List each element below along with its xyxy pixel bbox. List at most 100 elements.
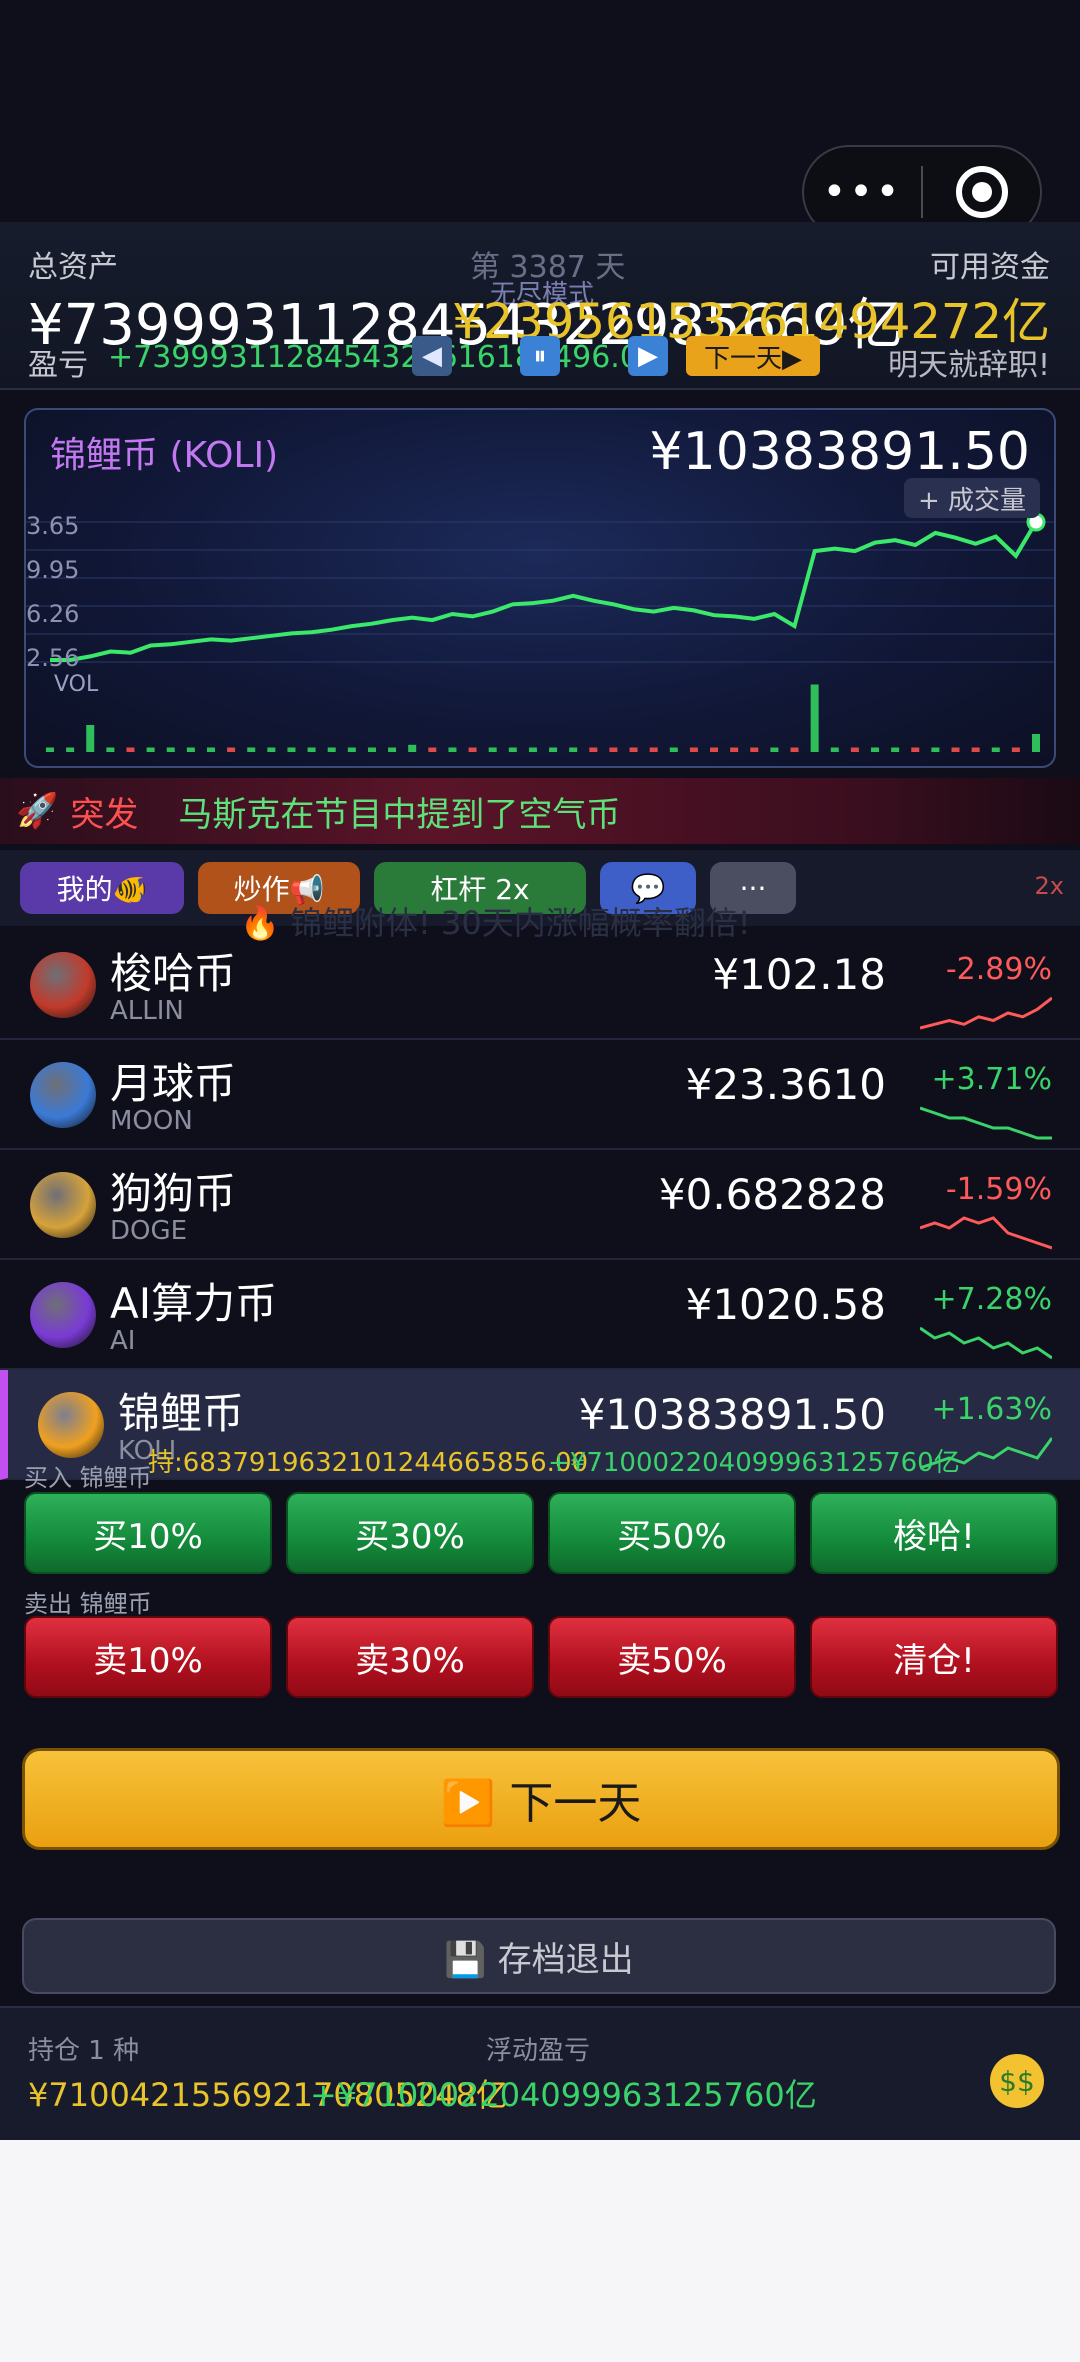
cash-label: 可用资金 xyxy=(930,250,1050,285)
buy-50-button[interactable]: 买50% xyxy=(548,1492,796,1574)
sparkline-path xyxy=(920,1216,1052,1250)
coin-row-doge[interactable]: 狗狗币 DOGE ¥0.682828 -1.59% xyxy=(0,1150,1080,1260)
coin-symbol: MOON xyxy=(110,1106,193,1136)
sparkline xyxy=(920,1326,1052,1360)
buy-30-button[interactable]: 买30% xyxy=(286,1492,534,1574)
save-and-exit-button[interactable]: 💾 存档退出 xyxy=(22,1918,1056,1994)
volume-bar xyxy=(931,747,940,752)
volume-bar xyxy=(850,747,859,752)
coin-row-allin[interactable]: 梭哈币 ALLIN ¥102.18 -2.89% xyxy=(0,930,1080,1040)
volume-bar xyxy=(468,747,477,752)
holding-pnl: +¥71000220409996312576​0亿 xyxy=(548,1448,960,1478)
coin-symbol: DOGE xyxy=(110,1216,188,1246)
sparkline-path xyxy=(920,1326,1052,1360)
volume-bar xyxy=(166,747,175,752)
breaking-news-bar: 🚀 突发 马斯克在节目中提到了空气币 xyxy=(0,778,1080,844)
volume-bar xyxy=(871,747,880,752)
next-day-small-button[interactable]: 下一天▶ xyxy=(686,336,820,376)
rewind-button[interactable]: ◀ xyxy=(412,336,452,376)
coin-price: ¥102.18 xyxy=(712,950,886,999)
money-face-icon[interactable]: $$ xyxy=(990,2054,1044,2108)
price-chart-card: 锦鲤币 (KOLI) ¥10383891.50 + 成交量 3.65 9.95 … xyxy=(24,408,1056,768)
volume-bar xyxy=(790,747,799,752)
sell-50-button[interactable]: 卖50% xyxy=(548,1616,796,1698)
volume-bar xyxy=(408,744,417,752)
volume-bar xyxy=(1011,747,1020,752)
holdings-footer: 持仓 1 种 浮动盈亏 ¥71004215569217080​5248亿 +¥7… xyxy=(0,2006,1080,2140)
volume-toggle-button[interactable]: + 成交量 xyxy=(903,478,1040,518)
volume-bar xyxy=(186,747,195,752)
volume-bar xyxy=(770,747,779,752)
volume-bar xyxy=(911,747,920,752)
volume-bar xyxy=(86,725,95,752)
volume-label: VOL xyxy=(54,672,99,697)
target-icon xyxy=(955,166,1008,218)
volume-bar xyxy=(1032,734,1040,752)
volume-bar xyxy=(488,747,497,752)
holding-count: 持仓 1 种 xyxy=(28,2036,140,2066)
coin-name: 月球币 xyxy=(110,1059,237,1108)
coin-price: ¥0.682828 xyxy=(658,1170,886,1219)
coin-icon xyxy=(30,1172,96,1238)
floating-pnl-label: 浮动盈亏 xyxy=(486,2036,591,2066)
coin-row-koli[interactable]: 锦鲤币 KOLI ¥10383891.50 +1.63% 持:6837919632101… xyxy=(0,1370,1080,1480)
coin-change: +7.28% xyxy=(931,1282,1052,1317)
coin-change: +3.71% xyxy=(931,1062,1052,1097)
volume-bar xyxy=(669,747,678,752)
coin-price: ¥10383891.50 xyxy=(578,1390,886,1439)
volume-bar xyxy=(66,747,75,752)
volume-bar xyxy=(146,747,155,752)
y-tick-label: 2.56 xyxy=(26,644,80,672)
volume-bar xyxy=(549,747,558,752)
coin-change: -2.89% xyxy=(945,952,1052,987)
app-screen: ••• 总资产 第 3387 天 可用资金 无尽模式 ¥739993112845… xyxy=(0,0,1080,2140)
coin-row-moon[interactable]: 月球币 MOON ¥23.3610 +3.71% xyxy=(0,1040,1080,1150)
close-miniprogram-button[interactable] xyxy=(923,166,1040,218)
tab-mine[interactable]: 我的🐠 xyxy=(20,862,184,914)
y-tick-label: 3.65 xyxy=(26,512,80,540)
buy-section-label: 买入 锦鲤币 xyxy=(24,1464,152,1492)
sparkline xyxy=(920,1216,1052,1250)
volume-bar xyxy=(307,747,316,752)
volume-bar xyxy=(649,747,658,752)
volume-bar xyxy=(206,747,215,752)
price-line xyxy=(50,520,1038,662)
play-button[interactable]: ▶ xyxy=(628,336,668,376)
volume-bar xyxy=(810,684,819,752)
stats-header: 总资产 第 3387 天 可用资金 无尽模式 ¥7399931128454322… xyxy=(0,222,1080,390)
volume-bar xyxy=(347,747,356,752)
coin-icon xyxy=(30,952,96,1018)
news-tag: 突发 xyxy=(70,794,139,835)
volume-bar xyxy=(227,747,236,752)
volume-bar xyxy=(448,747,457,752)
buy-10-button[interactable]: 买10% xyxy=(24,1492,272,1574)
next-day-button[interactable]: ▶️ 下一天 xyxy=(22,1748,1060,1850)
sparkline-path xyxy=(920,996,1052,1030)
volume-bar xyxy=(891,747,900,752)
y-tick-label: 6.26 xyxy=(26,600,80,628)
leverage-indicator: 2x xyxy=(1034,872,1064,900)
volume-bar xyxy=(267,747,276,752)
coin-icon xyxy=(30,1062,96,1128)
volume-bar xyxy=(991,747,1000,752)
coin-name: 锦鲤币 xyxy=(118,1389,245,1438)
volume-bar xyxy=(609,747,618,752)
coin-row-ai[interactable]: AI算力币 AI ¥1020.58 +7.28% xyxy=(0,1260,1080,1370)
pause-button[interactable]: ⏸ xyxy=(520,336,560,376)
volume-bar xyxy=(367,747,376,752)
sell-10-button[interactable]: 卖10% xyxy=(24,1616,272,1698)
volume-bar xyxy=(710,747,719,752)
buy-all-in-button[interactable]: 梭哈! xyxy=(810,1492,1058,1574)
coin-name: AI算力币 xyxy=(110,1279,278,1328)
volume-bar xyxy=(327,747,336,752)
volume-bar xyxy=(388,747,397,752)
chart-coin-title: 锦鲤币 (KOLI) xyxy=(50,435,279,476)
sell-all-button[interactable]: 清仓! xyxy=(810,1616,1058,1698)
volume-bar xyxy=(951,747,960,752)
quit-job-text: 明天就辞职! xyxy=(887,348,1050,383)
coin-symbol: AI xyxy=(110,1326,136,1356)
sell-30-button[interactable]: 卖30% xyxy=(286,1616,534,1698)
volume-bar xyxy=(528,747,537,752)
volume-bar xyxy=(689,747,698,752)
news-text: 马斯克在节目中提到了空气币 xyxy=(178,794,621,835)
